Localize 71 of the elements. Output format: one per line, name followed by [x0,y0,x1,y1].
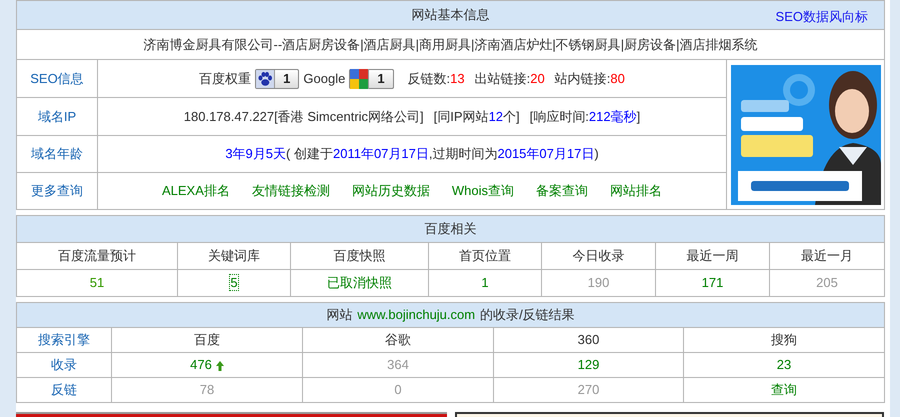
rank-badge: 1 [349,68,394,88]
stat-value: 已取消快照 [327,275,392,290]
info-value: 12 [488,108,504,126]
panel-title: 百度相关 [424,221,477,236]
column-header: 谷歌 [385,332,411,348]
stat-value: 270 [578,382,600,398]
seo-link[interactable]: SEO数据风向标 [776,7,868,26]
column-header: 搜狗 [771,332,798,348]
info-value: 20 [530,70,545,88]
info-text: 个] [503,108,520,126]
row-label: 域名年龄 [31,146,83,162]
info-value: 2015年07月17日 [497,145,594,164]
info-text: ,过期时间为 [428,145,498,164]
info-value: 3年9月5天 [225,145,286,164]
row-label: 搜索引擎 [38,332,90,348]
query-link[interactable]: 网站排名 [610,181,662,201]
info-text: [同IP网站 [434,108,489,126]
stat-value: 190 [588,275,610,290]
query-link[interactable]: 备案查询 [536,181,588,201]
info-text: Google [303,70,346,88]
column-header: 百度快照 [334,248,386,264]
info-text: ] [636,108,640,126]
row-label: 更多查询 [31,183,83,198]
stat-value: 364 [387,357,409,372]
info-value: 212毫秒 [588,108,637,126]
panel-title: 网站 [326,306,352,324]
stat-value: 51 [90,275,104,290]
info-text: [响应时间: [530,108,589,126]
query-link[interactable]: 友情链接检测 [252,181,330,201]
query-link[interactable]: Whois查询 [452,181,514,201]
panel-title: 网站基本信息 [412,7,490,22]
column-header: 最近一周 [686,248,738,264]
stat-value: 0 [394,382,402,398]
stat-value: 5 [230,275,238,290]
domain-link[interactable]: www.bojinchuju.com [357,305,476,325]
stat-value: 23 [776,357,792,372]
row-label: 反链 [51,382,77,398]
stat-value: 查询 [771,382,798,398]
info-text: ( 创建于 [286,145,333,164]
column-header: 今日收录 [572,248,624,264]
info-text: 百度权重 [199,70,252,88]
panel-title: 的收录/反链结果 [480,306,575,324]
column-header: 百度 [194,332,220,348]
row-label: 收录 [51,357,77,372]
site-title: 济南博金厨具有限公司--酒店厨房设备|酒店厨具|商用厨具|济南酒店炉灶|不锈钢厨具|厨房设备|酒店排烟系统 [144,36,758,52]
info-value: 80 [610,70,625,88]
stat-value: 129 [578,357,600,372]
info-value: 13 [450,70,465,88]
stat-value: 78 [200,382,214,398]
rank-badge: 1 [255,68,300,88]
row-label: SEO信息 [30,70,84,86]
stat-value: 476 [190,357,212,372]
row-label: 域名IP [38,108,76,124]
column-header: 关键词库 [208,248,260,264]
info-text: 180.178.47.227[香港 Simcentric网络公司] [184,108,424,126]
paw-icon [256,70,274,88]
query-link[interactable]: ALEXA排名 [162,181,230,201]
column-header: 360 [578,332,600,348]
column-header: 最近一月 [801,248,854,264]
stat-value: 171 [702,275,724,290]
stat-value: 1 [481,275,489,290]
tiles-icon [350,68,368,88]
info-text: 站内链接: [554,70,610,88]
query-link[interactable]: 网站历史数据 [352,181,430,201]
info-value: 2011年07月17日 [332,145,429,164]
info-text: 出站链接: [474,70,530,88]
column-header: 首页位置 [459,248,511,264]
column-header: 百度流量预计 [58,248,136,264]
info-text: 反链数: [408,70,450,88]
stat-value: 205 [816,275,838,290]
info-text: ) [594,145,599,164]
